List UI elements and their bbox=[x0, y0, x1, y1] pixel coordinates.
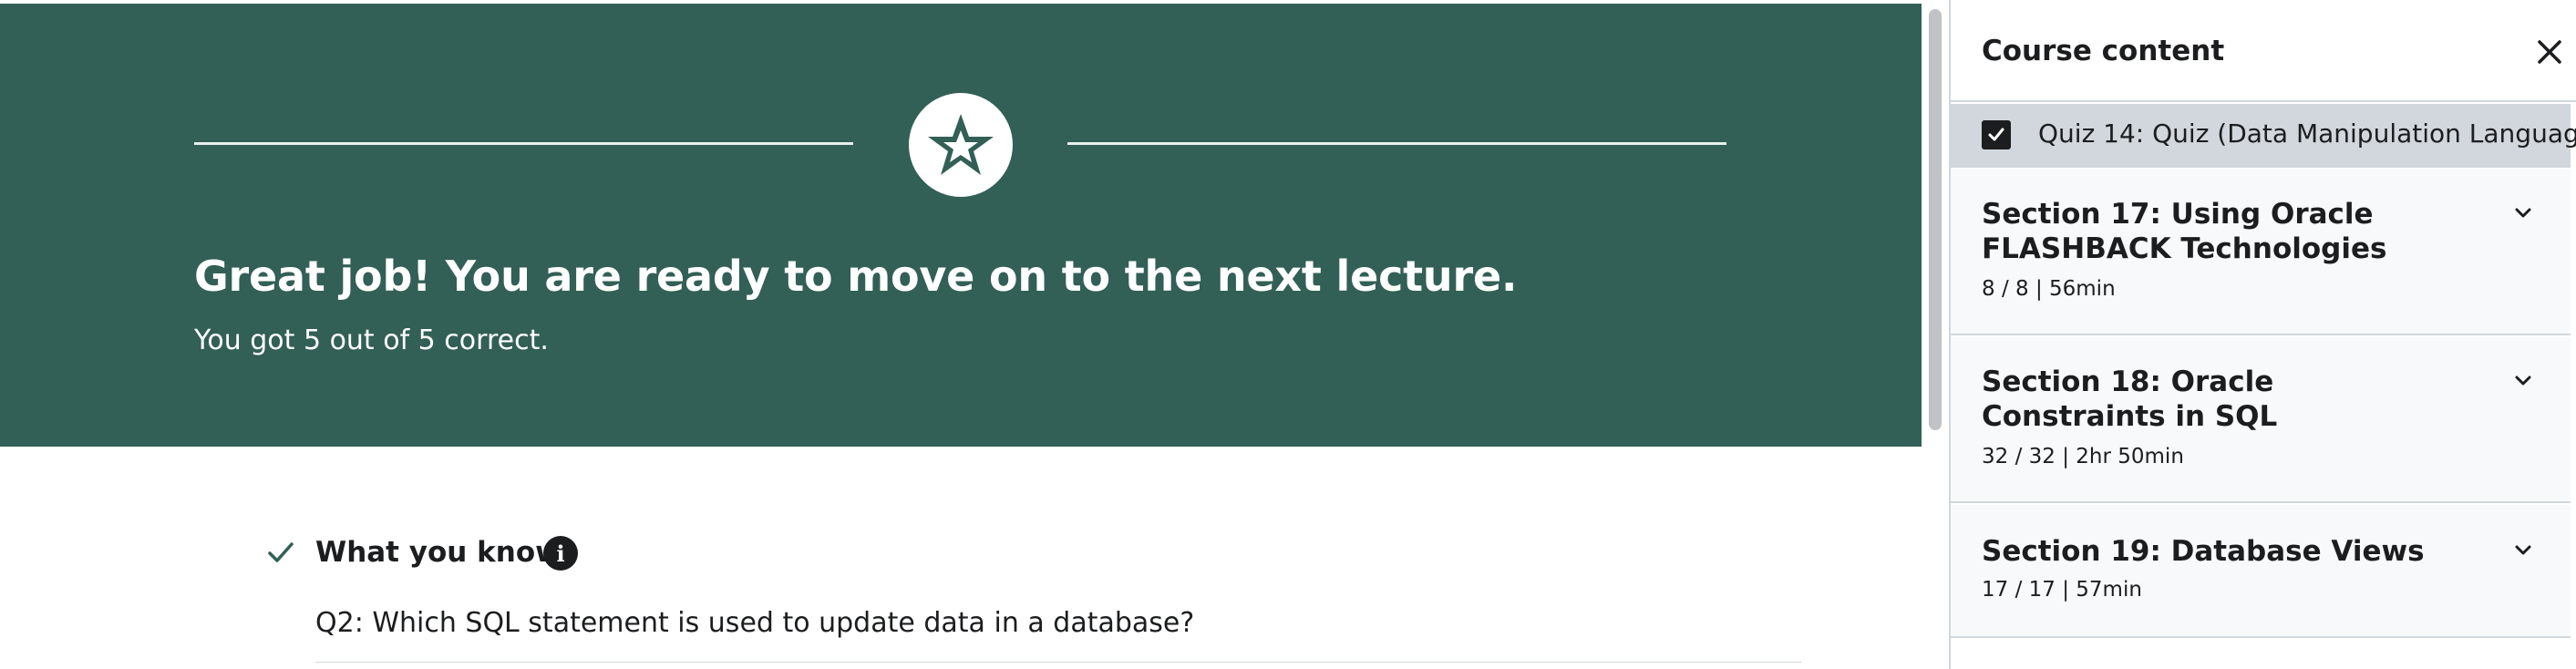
star-icon bbox=[928, 114, 994, 175]
section-meta: 17 / 17 | 57min bbox=[1982, 578, 2142, 602]
chevron-down-icon[interactable] bbox=[2510, 201, 2536, 226]
info-icon[interactable]: i bbox=[543, 536, 578, 571]
section-18[interactable]: Section 18: Oracle Constraints in SQL 32… bbox=[1951, 337, 2571, 503]
section-19[interactable]: Section 19: Database Views 17 / 17 | 57m… bbox=[1951, 505, 2571, 638]
curriculum-item-quiz-14[interactable]: Quiz 14: Quiz (Data Manipulation Languag… bbox=[1951, 104, 2576, 168]
success-banner: Great job! You are ready to move on to t… bbox=[0, 4, 1922, 447]
chevron-down-icon[interactable] bbox=[2510, 368, 2536, 394]
result-title: Great job! You are ready to move on to t… bbox=[194, 252, 1518, 301]
checkmark-icon bbox=[268, 542, 294, 562]
divider-line-left bbox=[194, 142, 853, 145]
what-you-know-heading: What you know bbox=[315, 536, 562, 569]
sidebar-title: Course content bbox=[1982, 35, 2225, 67]
close-icon[interactable] bbox=[2534, 36, 2565, 67]
quiz-result-page: Great job! You are ready to move on to t… bbox=[0, 0, 2576, 669]
divider-line-right bbox=[1067, 142, 1726, 145]
question-divider bbox=[315, 662, 1801, 663]
question-text: Q2: Which SQL statement is used to updat… bbox=[315, 607, 1195, 639]
section-title: Section 19: Database Views bbox=[1982, 535, 2425, 568]
section-title: Section 17: Using Oracle FLASHBACK Techn… bbox=[1982, 198, 2387, 265]
section-meta: 8 / 8 | 56min bbox=[1982, 277, 2116, 301]
course-content-sidebar: Course content Quiz 14: Quiz (Data Manip… bbox=[1949, 0, 2576, 669]
sidebar-header: Course content bbox=[1951, 0, 2576, 102]
curriculum-item-label: Quiz 14: Quiz (Data Manipulation Languag… bbox=[2038, 118, 2576, 149]
main-content: Great job! You are ready to move on to t… bbox=[0, 0, 1922, 669]
section-17[interactable]: Section 17: Using Oracle FLASHBACK Techn… bbox=[1951, 170, 2571, 335]
chevron-down-icon[interactable] bbox=[2510, 538, 2536, 563]
result-score: You got 5 out of 5 correct. bbox=[194, 324, 549, 356]
section-title: Section 18: Oracle Constraints in SQL bbox=[1982, 365, 2278, 433]
scrollbar-thumb[interactable] bbox=[1929, 9, 1942, 430]
check-icon bbox=[1988, 128, 2004, 141]
section-meta: 32 / 32 | 2hr 50min bbox=[1982, 445, 2184, 468]
completed-checkbox[interactable] bbox=[1982, 120, 2011, 149]
star-badge bbox=[909, 93, 1013, 197]
